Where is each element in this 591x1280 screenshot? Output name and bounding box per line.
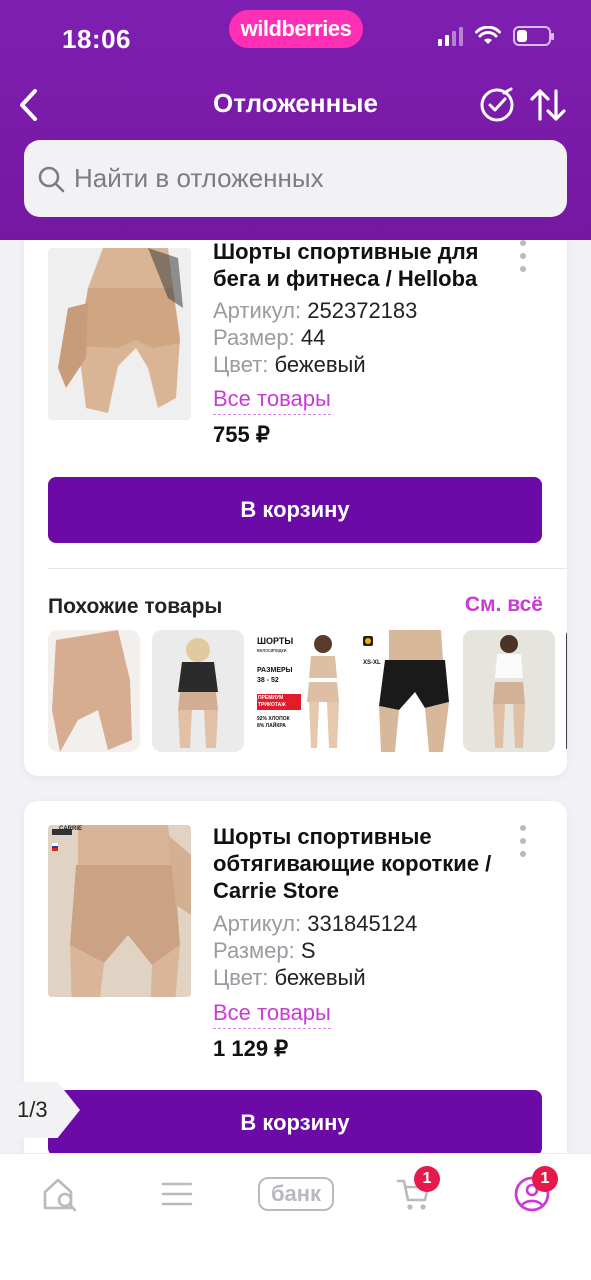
profile-badge: 1: [532, 1166, 558, 1192]
brand-logo: wildberries: [229, 10, 363, 48]
article-label: Артикул:: [213, 298, 302, 323]
similar-item[interactable]: [566, 630, 567, 752]
image-brand-text: CARRIE: [59, 826, 83, 832]
cart-badge: 1: [414, 1166, 440, 1192]
app-header: 18:06 wildberries Отложенные: [0, 0, 591, 240]
product-price: 1 129 ₽: [213, 1036, 289, 1061]
more-options-icon[interactable]: [520, 825, 528, 857]
bottom-nav: банк 1 1: [0, 1153, 591, 1280]
nav-home[interactable]: [40, 1172, 80, 1216]
size-label: Размер:: [213, 325, 295, 350]
select-mode-button[interactable]: [478, 86, 516, 124]
nav-profile[interactable]: 1: [512, 1166, 558, 1216]
article-value: 331845124: [307, 911, 418, 936]
menu-icon: [161, 1182, 193, 1206]
size-row: Размер: S: [213, 937, 316, 964]
add-to-cart-button[interactable]: В корзину: [48, 477, 542, 543]
nav-catalog[interactable]: [158, 1172, 196, 1216]
wifi-icon: [475, 26, 501, 44]
product-title[interactable]: Шорты спортивные для бега и фитнеса / He…: [213, 238, 513, 292]
nav-cart[interactable]: 1: [394, 1166, 440, 1216]
size-value: S: [300, 938, 316, 963]
bank-icon: банк: [258, 1177, 334, 1211]
similar-carousel[interactable]: ШОРТЫ велосипедки РАЗМЕРЫ 38 - 52 ПРЕМИУ…: [48, 630, 567, 752]
similar-item[interactable]: [152, 630, 244, 752]
search-bar[interactable]: [24, 140, 567, 217]
check-circle-icon: [480, 87, 514, 122]
status-time: 18:06: [62, 24, 131, 54]
similar-item[interactable]: ШОРТЫ велосипедки РАЗМЕРЫ 38 - 52 ПРЕМИУ…: [255, 630, 347, 752]
nav-bank[interactable]: банк: [256, 1172, 336, 1216]
product-price: 755 ₽: [213, 422, 270, 447]
article-row: Артикул: 252372183: [213, 297, 417, 324]
similar-title: Похожие товары: [48, 595, 223, 618]
see-all-link[interactable]: См. всё: [465, 593, 543, 617]
similar-item[interactable]: XS-XL: [359, 630, 451, 752]
color-row: Цвет: бежевый: [213, 351, 366, 378]
search-input[interactable]: [74, 163, 544, 194]
search-icon: [38, 166, 65, 192]
color-row: Цвет: бежевый: [213, 964, 366, 991]
article-value: 252372183: [307, 298, 418, 323]
more-options-icon[interactable]: [520, 240, 528, 272]
product-title[interactable]: Шорты спортивные обтягивающие короткие /…: [213, 823, 513, 904]
home-search-icon: [43, 1178, 77, 1212]
product-card: Шорты спортивные для бега и фитнеса / He…: [24, 200, 567, 776]
product-photo: [48, 248, 191, 420]
sort-arrows-icon: [530, 89, 566, 121]
product-image[interactable]: [48, 248, 191, 420]
size-row: Размер: 44: [213, 324, 325, 351]
signal-icon: [438, 26, 463, 46]
sort-button[interactable]: [528, 86, 568, 124]
similar-item[interactable]: [48, 630, 140, 752]
similar-item[interactable]: [463, 630, 555, 752]
thumb-size-label: XS-XL: [363, 660, 381, 666]
status-icons: [438, 26, 554, 46]
product-photo: [48, 825, 191, 997]
size-label: Размер:: [213, 938, 295, 963]
color-label: Цвет:: [213, 965, 269, 990]
color-value: бежевый: [274, 352, 366, 377]
add-to-cart-button[interactable]: В корзину: [48, 1090, 542, 1156]
article-row: Артикул: 331845124: [213, 910, 417, 937]
product-card: CARRIE Шорты спортивные обтягивающие кор…: [24, 801, 567, 1201]
color-value: бежевый: [274, 965, 366, 990]
battery-icon: [513, 26, 554, 46]
color-label: Цвет:: [213, 352, 269, 377]
article-label: Артикул:: [213, 911, 302, 936]
size-value: 44: [300, 325, 326, 350]
divider: [48, 568, 567, 569]
all-goods-link[interactable]: Все товары: [213, 1000, 331, 1029]
product-image[interactable]: CARRIE: [48, 825, 191, 997]
all-goods-link[interactable]: Все товары: [213, 386, 331, 415]
bank-label: банк: [270, 1181, 322, 1206]
thumb-text: ШОРТЫ велосипедки РАЗМЕРЫ 38 - 52 ПРЕМИУ…: [257, 636, 301, 730]
